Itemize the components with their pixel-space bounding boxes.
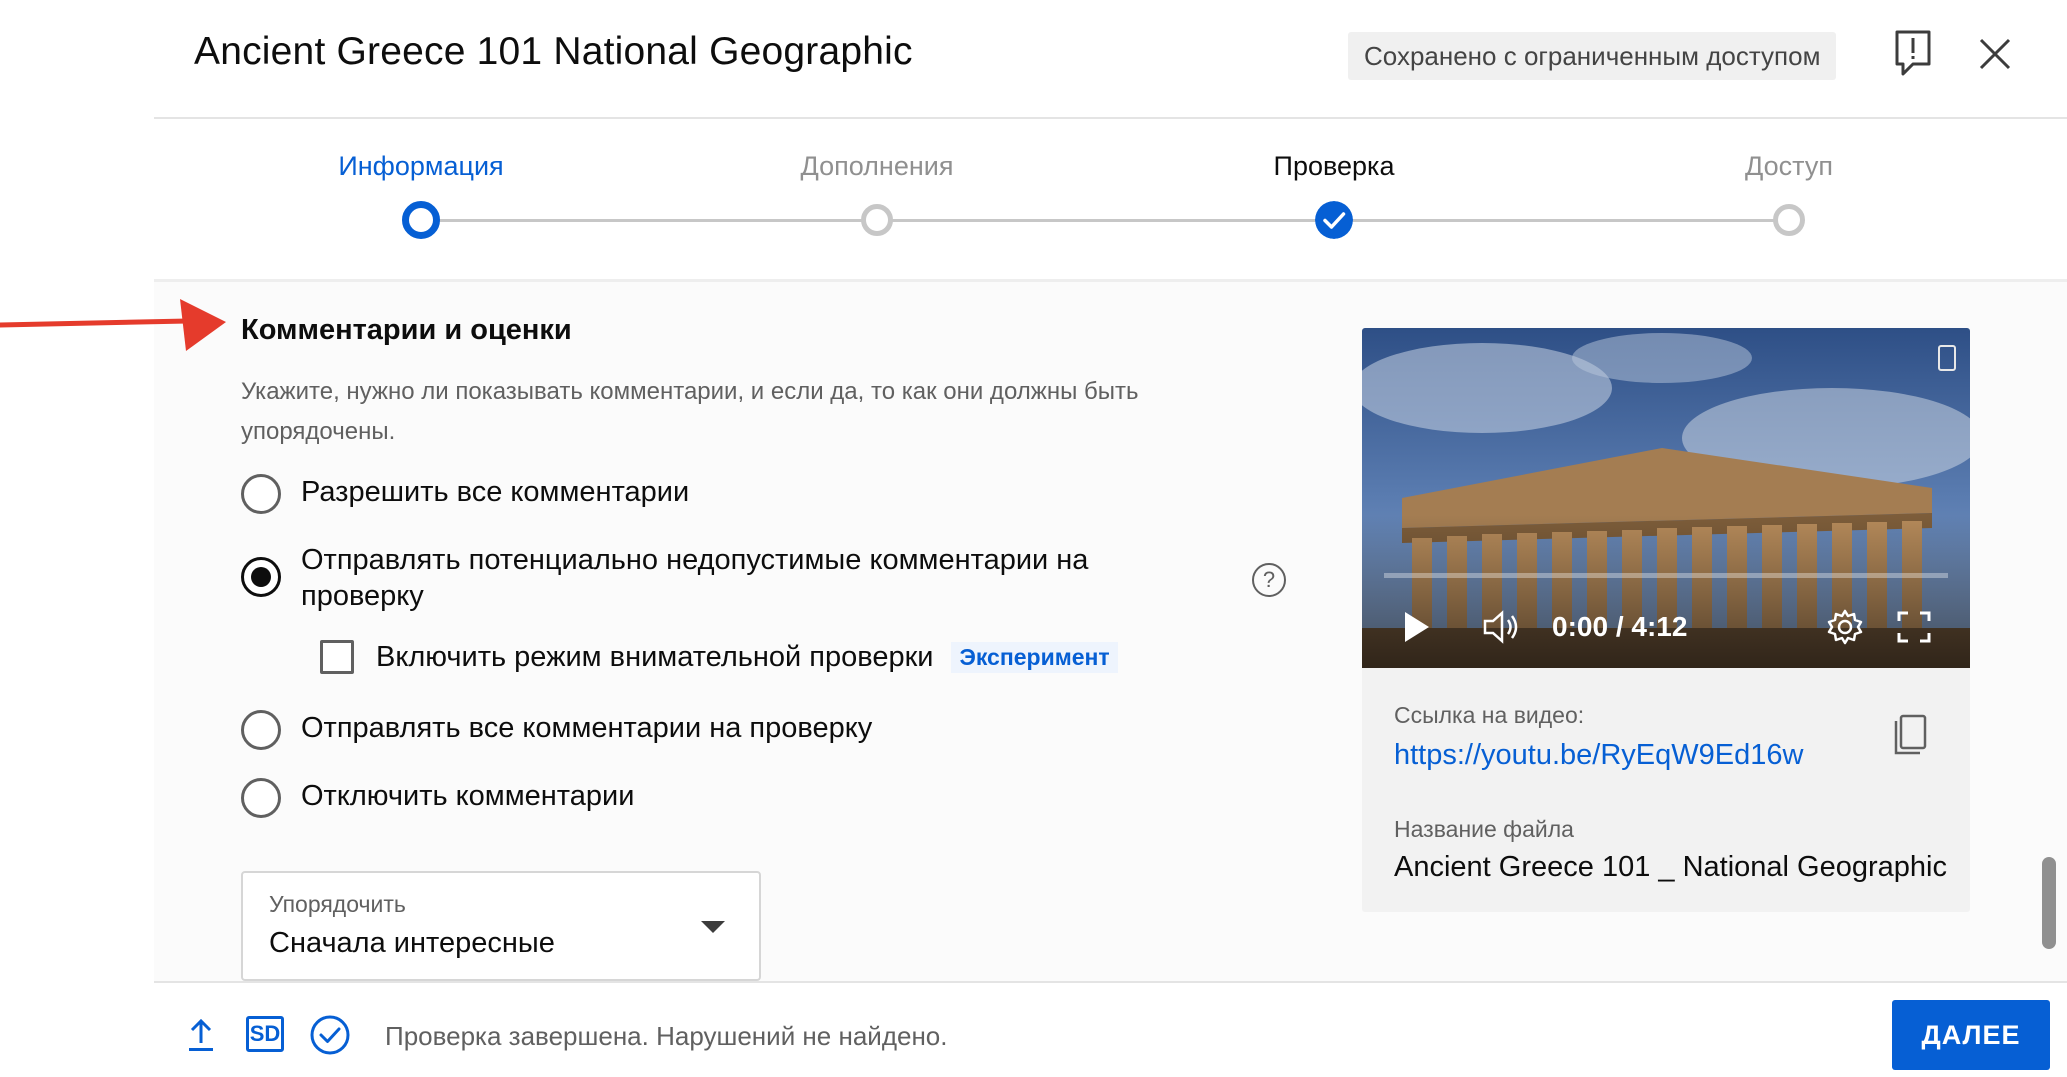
section-description: Укажите, нужно ли показывать комментарии… — [241, 378, 1139, 445]
help-icon[interactable]: ? — [1252, 563, 1286, 597]
check-status-text: Проверка завершена. Нарушений не найдено… — [385, 1021, 948, 1051]
experiment-badge: Эксперимент — [951, 641, 1118, 673]
feedback-icon[interactable] — [1893, 28, 1933, 78]
radio-button[interactable] — [241, 778, 281, 818]
file-name: Ancient Greece 101 _ National Geographic — [1394, 851, 1947, 883]
check-complete-icon — [310, 1015, 350, 1055]
video-time: 0:00 / 4:12 — [1552, 611, 1688, 642]
strict-mode-checkbox[interactable] — [320, 640, 354, 674]
radio-label: Отправлять все комментарии на проверку — [301, 712, 873, 744]
video-preview-card: 0:00 / 4:12 Ссылка на видео: https://you… — [1362, 328, 1970, 912]
close-icon[interactable] — [1975, 34, 2015, 74]
settings-gear-icon[interactable] — [1826, 608, 1864, 646]
video-title: Ancient Greece 101 National Geographic — [194, 30, 913, 73]
sort-select-caption: Упорядочить — [269, 891, 406, 917]
radio-label: Отправлять потенциально недопустимые ком… — [301, 544, 1089, 612]
radio-label: Отключить комментарии — [301, 780, 635, 812]
tab-info[interactable]: Информация — [338, 151, 503, 182]
sort-select[interactable]: Упорядочить Сначала интересные — [241, 871, 761, 981]
video-link[interactable]: https://youtu.be/RyEqW9Ed16w — [1394, 739, 1803, 772]
tab-extras[interactable]: Дополнения — [801, 151, 954, 182]
comment-option-hold-inappropriate[interactable]: Отправлять потенциально недопустимые ком… — [241, 542, 1181, 614]
mobile-preview-icon[interactable] — [1937, 344, 1957, 372]
comment-option-disable[interactable]: Отключить комментарии — [241, 778, 634, 818]
stepper-track — [438, 219, 1796, 222]
section-title: Комментарии и оценки — [241, 314, 572, 346]
video-player[interactable]: 0:00 / 4:12 — [1362, 328, 1970, 668]
upload-icon — [189, 1018, 213, 1051]
red-arrow-annotation — [0, 299, 226, 351]
strict-mode-label: Включить режим внимательной проверки — [376, 640, 934, 673]
copy-icon[interactable] — [1892, 713, 1928, 757]
sd-quality-icon: SD — [246, 1016, 284, 1052]
radio-button-checked[interactable] — [241, 557, 281, 597]
sort-select-value: Сначала интересные — [269, 927, 555, 959]
radio-label: Разрешить все комментарии — [301, 476, 690, 508]
strict-mode-option[interactable]: Включить режим внимательной проверки Экс… — [320, 640, 1118, 674]
radio-button[interactable] — [241, 710, 281, 750]
comment-option-hold-all[interactable]: Отправлять все комментарии на проверку — [241, 710, 872, 750]
upload-dialog: Ancient Greece 101 National Geographic С… — [0, 0, 2067, 1077]
saved-status-badge: Сохранено с ограниченным доступом — [1348, 32, 1837, 80]
step-info-dot[interactable] — [402, 201, 440, 239]
dropdown-arrow-icon — [701, 921, 725, 933]
file-name-caption: Название файла — [1394, 816, 1574, 842]
step-check-done-icon[interactable] — [1315, 201, 1353, 239]
tab-access[interactable]: Доступ — [1745, 151, 1833, 182]
comment-option-allow-all[interactable]: Разрешить все комментарии — [241, 474, 689, 514]
scrollbar[interactable] — [2042, 857, 2056, 949]
next-button[interactable]: ДАЛЕЕ — [1892, 1000, 2050, 1070]
play-icon[interactable] — [1402, 610, 1432, 644]
step-extras-dot[interactable] — [861, 204, 893, 236]
video-link-caption: Ссылка на видео: — [1394, 702, 1585, 728]
radio-button[interactable] — [241, 474, 281, 514]
dialog-header: Ancient Greece 101 National Geographic С… — [0, 0, 2067, 118]
tab-check[interactable]: Проверка — [1274, 151, 1395, 182]
fullscreen-icon[interactable] — [1896, 610, 1932, 644]
upload-stepper: Информация Дополнения Проверка Доступ — [154, 119, 2067, 279]
video-progress-bar[interactable] — [1384, 573, 1948, 578]
step-access-dot[interactable] — [1773, 204, 1805, 236]
volume-icon[interactable] — [1482, 610, 1522, 644]
